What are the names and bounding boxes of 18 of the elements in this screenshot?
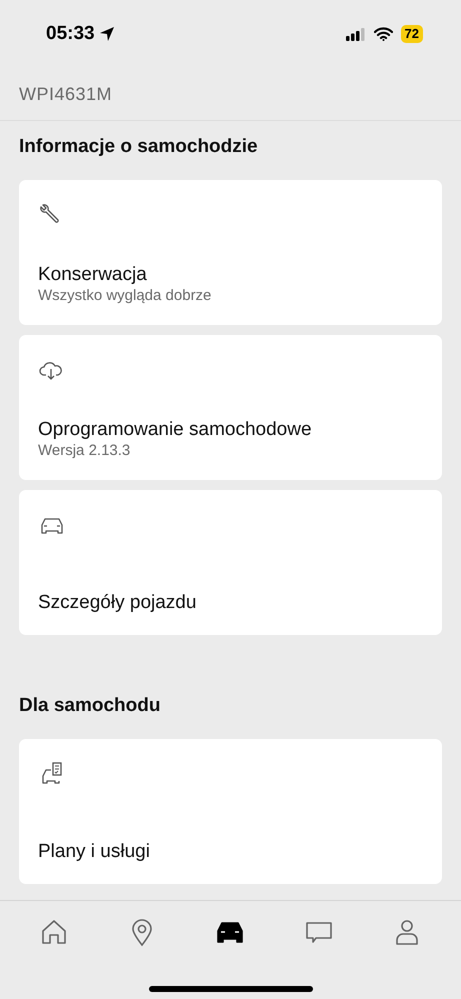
- plate-number: WPI4631M: [0, 68, 461, 121]
- section-heading: Dla samochodu: [19, 694, 162, 718]
- card-title: Oprogramowanie samochodowe: [38, 418, 313, 442]
- info-card[interactable]: Oprogramowanie samochodowe Wersja 2.13.3: [19, 335, 442, 480]
- info-card[interactable]: Szczegóły pojazdu: [19, 490, 442, 635]
- section-heading: Informacje o samochodzie: [19, 135, 259, 159]
- card-title: Konserwacja: [38, 263, 148, 287]
- card-title: Plany i usługi: [38, 840, 151, 864]
- card-subtitle: Wszystko wygląda dobrze: [38, 287, 212, 305]
- clock-time: 05:33: [46, 22, 95, 46]
- signal-icon: [346, 28, 366, 40]
- card-subtitle: Wersja 2.13.3: [38, 442, 132, 460]
- card-title: Szczegóły pojazdu: [38, 591, 198, 615]
- info-card[interactable]: Konserwacja Wszystko wygląda dobrze: [19, 180, 442, 325]
- wifi-icon: [374, 27, 393, 41]
- location-arrow-icon: [98, 26, 115, 42]
- info-card[interactable]: Plany i usługi: [19, 739, 442, 884]
- battery-indicator: 72: [400, 25, 423, 43]
